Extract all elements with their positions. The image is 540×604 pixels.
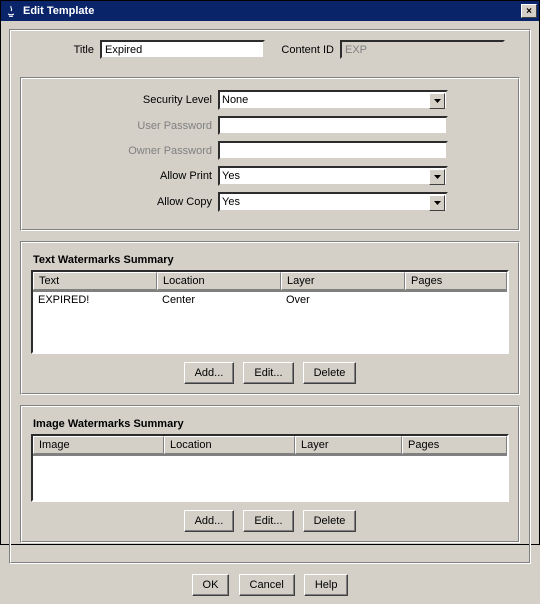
col-pages[interactable]: Pages: [405, 272, 507, 290]
security-level-label: Security Level: [33, 94, 218, 106]
contentid-label: Content ID: [270, 44, 340, 56]
title-input[interactable]: [100, 40, 265, 59]
contentid-input: [340, 40, 505, 59]
col-image[interactable]: Image: [33, 436, 164, 454]
text-watermarks-table: Text Location Layer Pages EXPIRED! Cente…: [31, 270, 509, 354]
main-group: Title Content ID Security Level None: [9, 29, 531, 564]
cell-location: Center: [157, 292, 281, 308]
image-edit-button[interactable]: Edit...: [243, 510, 293, 532]
allow-print-label: Allow Print: [33, 170, 218, 182]
cell-layer: Over: [281, 292, 405, 308]
col-layer[interactable]: Layer: [281, 272, 405, 290]
text-add-button[interactable]: Add...: [184, 362, 235, 384]
allow-copy-select[interactable]: Yes: [218, 192, 448, 212]
text-watermarks-section: Text Watermarks Summary Text Location La…: [20, 241, 520, 395]
title-label: Title: [20, 44, 100, 56]
cell-pages: [405, 292, 507, 308]
allow-copy-label: Allow Copy: [33, 196, 218, 208]
table-header: Text Location Layer Pages: [33, 272, 507, 290]
cancel-button[interactable]: Cancel: [239, 574, 295, 596]
dialog-buttons: OK Cancel Help: [9, 574, 531, 596]
owner-password-input[interactable]: [218, 141, 448, 160]
col-text[interactable]: Text: [33, 272, 157, 290]
help-button[interactable]: Help: [304, 574, 349, 596]
chevron-down-icon: [429, 195, 445, 211]
image-watermarks-table: Image Location Layer Pages: [31, 434, 509, 502]
user-password-label: User Password: [33, 120, 218, 132]
col-location[interactable]: Location: [164, 436, 295, 454]
security-group: Security Level None User Password Owner …: [20, 77, 520, 231]
titlebar: Edit Template ×: [1, 1, 539, 21]
image-watermarks-heading: Image Watermarks Summary: [33, 418, 509, 430]
window-title: Edit Template: [23, 5, 521, 17]
close-icon[interactable]: ×: [521, 4, 537, 18]
dialog-content: Title Content ID Security Level None: [1, 21, 539, 604]
image-watermarks-section: Image Watermarks Summary Image Location …: [20, 405, 520, 543]
dialog-window: Edit Template × Title Content ID Securit…: [0, 0, 540, 545]
security-level-value: None: [222, 94, 248, 106]
table-header: Image Location Layer Pages: [33, 436, 507, 454]
col-pages[interactable]: Pages: [402, 436, 507, 454]
image-delete-button[interactable]: Delete: [303, 510, 357, 532]
allow-print-value: Yes: [222, 170, 240, 182]
text-watermarks-heading: Text Watermarks Summary: [33, 254, 509, 266]
user-password-input[interactable]: [218, 116, 448, 135]
owner-password-label: Owner Password: [33, 145, 218, 157]
chevron-down-icon: [429, 93, 445, 109]
image-add-button[interactable]: Add...: [184, 510, 235, 532]
chevron-down-icon: [429, 169, 445, 185]
cell-text: EXPIRED!: [33, 292, 157, 308]
allow-print-select[interactable]: Yes: [218, 166, 448, 186]
col-layer[interactable]: Layer: [295, 436, 402, 454]
security-level-select[interactable]: None: [218, 90, 448, 110]
ok-button[interactable]: OK: [192, 574, 230, 596]
table-row[interactable]: EXPIRED! Center Over: [33, 292, 507, 308]
col-location[interactable]: Location: [157, 272, 281, 290]
allow-copy-value: Yes: [222, 196, 240, 208]
text-delete-button[interactable]: Delete: [303, 362, 357, 384]
java-icon: [3, 3, 19, 19]
text-edit-button[interactable]: Edit...: [243, 362, 293, 384]
